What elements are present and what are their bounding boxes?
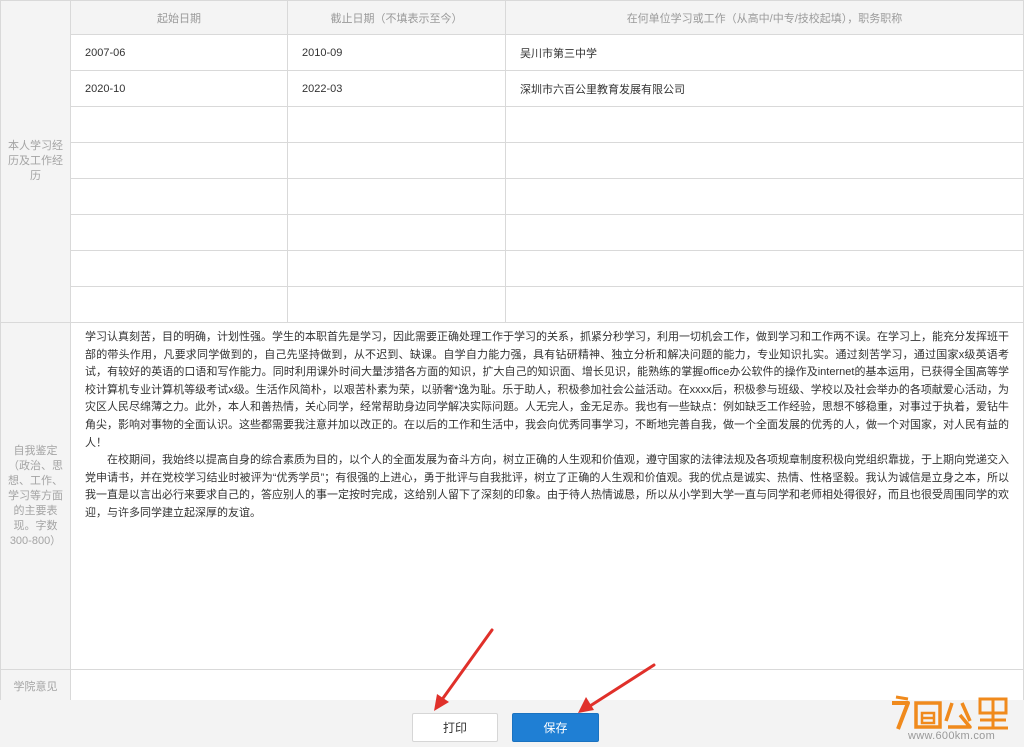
end-date-cell[interactable] — [287, 286, 506, 323]
unit-cell[interactable] — [505, 286, 1024, 323]
brand-logo-icon — [892, 695, 1008, 730]
end-date-cell[interactable] — [287, 142, 506, 179]
unit-cell[interactable] — [505, 250, 1024, 287]
unit-cell[interactable]: 吴川市第三中学 — [505, 34, 1024, 71]
experience-row — [1, 250, 1024, 287]
start-date-cell[interactable]: 2007-06 — [70, 34, 288, 71]
print-button[interactable]: 打印 — [412, 713, 498, 742]
action-bar: 打印 保存 — [0, 700, 1024, 747]
experience-row — [1, 286, 1024, 323]
experience-row — [1, 214, 1024, 251]
experience-header-row: 本人学习经历及工作经历 起始日期 截止日期（不填表示至今） 在何单位学习或工作（… — [0, 0, 1024, 323]
end-date-cell[interactable] — [287, 106, 506, 143]
start-date-cell[interactable] — [70, 142, 288, 179]
watermark-url: www.600km.com — [908, 730, 996, 742]
unit-cell[interactable]: 深圳市六百公里教育发展有限公司 — [505, 70, 1024, 107]
start-date-cell[interactable] — [70, 250, 288, 287]
experience-row — [1, 178, 1024, 215]
end-date-cell[interactable] — [287, 178, 506, 215]
column-header-unit: 在何单位学习或工作（从高中/中专/技校起填），职务职称 — [505, 0, 1024, 35]
experience-row: 2020-10 2022-03 深圳市六百公里教育发展有限公司 — [1, 70, 1024, 107]
end-date-cell[interactable] — [287, 214, 506, 251]
experience-row — [1, 106, 1024, 143]
form-table: 本人学习经历及工作经历 起始日期 截止日期（不填表示至今） 在何单位学习或工作（… — [0, 0, 1024, 706]
start-date-cell[interactable] — [70, 106, 288, 143]
watermark-logo: www.600km.com — [886, 693, 1024, 747]
start-date-cell[interactable] — [70, 178, 288, 215]
end-date-cell[interactable]: 2010-09 — [287, 34, 506, 71]
end-date-cell[interactable]: 2022-03 — [287, 70, 506, 107]
start-date-cell[interactable] — [70, 286, 288, 323]
self-evaluation-paragraph: 学习认真刻苦，目的明确，计划性强。学生的本职首先是学习，因此需要正确处理工作于学… — [85, 331, 1009, 449]
experience-row: 2007-06 2010-09 吴川市第三中学 — [1, 34, 1024, 71]
unit-cell[interactable] — [505, 214, 1024, 251]
start-date-cell[interactable] — [70, 214, 288, 251]
experience-row — [1, 142, 1024, 179]
save-button[interactable]: 保存 — [512, 713, 599, 742]
column-header-end-date: 截止日期（不填表示至今） — [287, 0, 506, 35]
unit-cell[interactable] — [505, 142, 1024, 179]
unit-cell[interactable] — [505, 178, 1024, 215]
self-evaluation-label: 自我鉴定（政治、思想、工作、学习等方面的主要表现。字数300-800） — [0, 322, 71, 670]
self-evaluation-row: 自我鉴定（政治、思想、工作、学习等方面的主要表现。字数300-800） 学习认真… — [0, 322, 1024, 670]
experience-section-label: 本人学习经历及工作经历 — [0, 0, 71, 323]
self-evaluation-paragraph: 在校期间，我始终以提高自身的综合素质为目的，以个人的全面发展为奋斗方向，树立正确… — [85, 454, 1009, 519]
column-header-start-date: 起始日期 — [70, 0, 288, 35]
self-evaluation-textarea[interactable]: 学习认真刻苦，目的明确，计划性强。学生的本职首先是学习，因此需要正确处理工作于学… — [70, 322, 1024, 670]
start-date-cell[interactable]: 2020-10 — [70, 70, 288, 107]
end-date-cell[interactable] — [287, 250, 506, 287]
unit-cell[interactable] — [505, 106, 1024, 143]
